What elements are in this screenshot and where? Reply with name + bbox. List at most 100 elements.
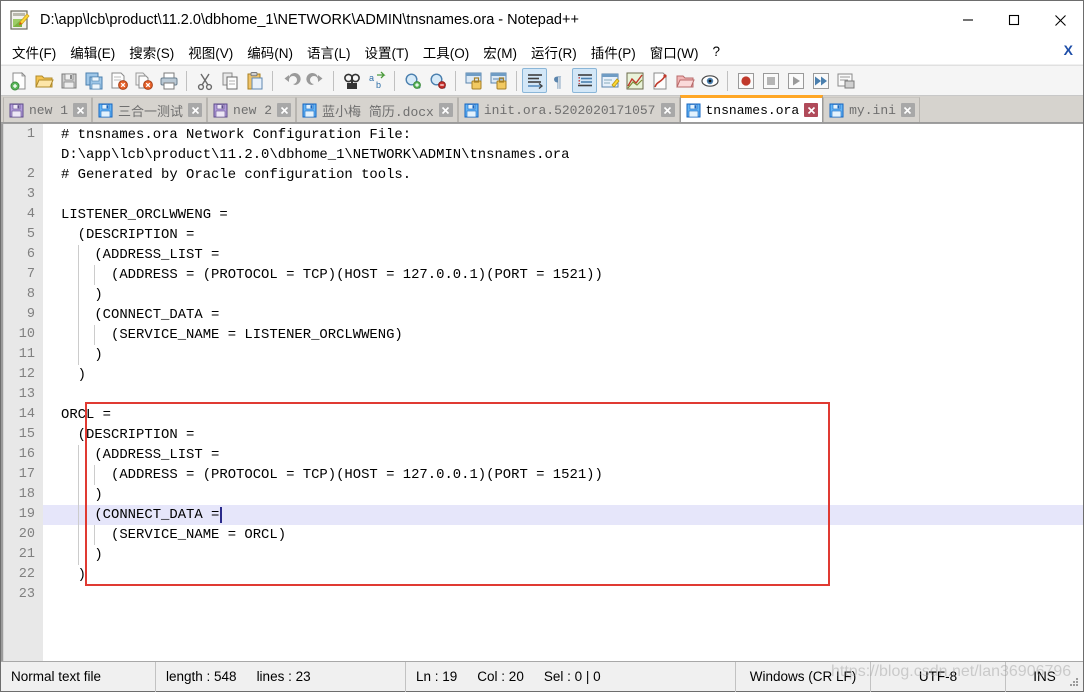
menu-help[interactable]: ? — [705, 42, 727, 61]
menu-plugins[interactable]: 插件(P) — [584, 40, 643, 64]
tab-label: 蓝小梅 简历.docx — [322, 104, 434, 120]
code-line: (ADDRESS = (PROTOCOL = TCP)(HOST = 127.0… — [61, 267, 603, 283]
resize-grip-icon[interactable] — [1068, 676, 1080, 688]
fold-margin[interactable] — [3, 124, 4, 661]
toolbar: ab ¶ — [1, 65, 1083, 96]
tab-my-ini[interactable]: my.ini — [823, 97, 920, 122]
menu-view[interactable]: 视图(V) — [181, 40, 240, 64]
document-tab-bar: new 1 三合一测试 new 2 蓝小梅 简历.docx init.ora.5… — [1, 95, 1083, 123]
paste-icon[interactable] — [242, 68, 267, 93]
tab-close-icon[interactable] — [900, 103, 915, 117]
code-line: ) — [61, 287, 103, 303]
save-icon[interactable] — [56, 68, 81, 93]
print-icon[interactable] — [156, 68, 181, 93]
tab-close-icon[interactable] — [277, 103, 292, 117]
line-number: 22 — [18, 567, 35, 582]
monitoring-icon[interactable] — [697, 68, 722, 93]
tab-label: 三合一测试 — [118, 104, 184, 120]
open-file-icon[interactable] — [31, 68, 56, 93]
toolbar-separator — [272, 70, 273, 91]
tab-tnsnames-ora[interactable]: tnsnames.ora — [679, 95, 824, 122]
close-file-icon[interactable] — [106, 68, 131, 93]
menu-file[interactable]: 文件(F) — [5, 40, 63, 64]
replace-icon[interactable]: ab — [364, 68, 389, 93]
status-eol[interactable]: Windows (CR LF) — [736, 661, 871, 692]
code-line: ) — [61, 567, 87, 583]
show-indent-guide-icon[interactable] — [572, 68, 597, 93]
toolbar-separator — [727, 70, 728, 91]
tab-resume-docx[interactable]: 蓝小梅 简历.docx — [296, 97, 458, 122]
menu-language[interactable]: 语言(L) — [300, 40, 358, 64]
run-macro-multiple-icon[interactable] — [808, 68, 833, 93]
folder-as-workspace-icon[interactable] — [672, 68, 697, 93]
tab-new-1[interactable]: new 1 — [3, 97, 93, 122]
menu-tools[interactable]: 工具(O) — [416, 40, 477, 64]
line-number: 8 — [26, 287, 35, 302]
menu-settings[interactable]: 设置(T) — [358, 40, 416, 64]
menu-search[interactable]: 搜索(S) — [122, 40, 181, 64]
save-icon-purple — [213, 103, 228, 118]
save-icon-purple — [9, 103, 24, 118]
menu-window[interactable]: 窗口(W) — [643, 40, 706, 64]
line-number: 7 — [26, 267, 35, 282]
minimize-icon[interactable] — [945, 1, 991, 39]
code-text[interactable]: # tnsnames.ora Network Configuration Fil… — [43, 124, 1083, 661]
tab-close-icon[interactable] — [73, 103, 88, 117]
show-all-characters-icon[interactable]: ¶ — [547, 68, 572, 93]
code-line: ) — [61, 547, 103, 563]
stop-recording-icon[interactable] — [758, 68, 783, 93]
svg-text:¶: ¶ — [554, 74, 562, 90]
sync-vertical-scroll-icon[interactable] — [461, 68, 486, 93]
line-number: 21 — [18, 547, 35, 562]
close-icon[interactable] — [1037, 1, 1083, 39]
undo-icon[interactable] — [278, 68, 303, 93]
maximize-icon[interactable] — [991, 1, 1037, 39]
tab-close-icon[interactable] — [438, 103, 453, 117]
user-defined-dialog-icon[interactable] — [597, 68, 622, 93]
code-line: (ADDRESS_LIST = — [61, 447, 220, 463]
menu-run[interactable]: 运行(R) — [524, 40, 584, 64]
cut-icon[interactable] — [192, 68, 217, 93]
code-line: (CONNECT_DATA = — [61, 507, 220, 523]
run-icon[interactable] — [833, 68, 858, 93]
tab-close-icon[interactable] — [804, 103, 819, 117]
line-number: 10 — [18, 327, 35, 342]
menu-encoding[interactable]: 编码(N) — [240, 40, 300, 64]
record-macro-icon[interactable] — [733, 68, 758, 93]
line-number: 23 — [18, 587, 35, 602]
save-icon-blue — [464, 103, 479, 118]
new-file-icon[interactable] — [6, 68, 31, 93]
tab-init-ora[interactable]: init.ora.5202020171057 — [457, 97, 680, 122]
code-line: (DESCRIPTION = — [61, 427, 195, 443]
line-number: 11 — [18, 347, 35, 362]
close-all-files-icon[interactable] — [131, 68, 156, 93]
close-document-button[interactable]: X — [1064, 42, 1073, 58]
sync-horizontal-scroll-icon[interactable] — [486, 68, 511, 93]
tab-new-2[interactable]: new 2 — [207, 97, 297, 122]
menu-edit[interactable]: 编辑(E) — [63, 40, 122, 64]
save-all-icon[interactable] — [81, 68, 106, 93]
tab-sanheyi-test[interactable]: 三合一测试 — [92, 97, 208, 122]
word-wrap-icon[interactable] — [522, 68, 547, 93]
play-macro-icon[interactable] — [783, 68, 808, 93]
zoom-out-icon[interactable] — [425, 68, 450, 93]
line-number: 4 — [26, 207, 35, 222]
line-number: 16 — [18, 447, 35, 462]
status-encoding[interactable]: UTF-8 — [871, 661, 1006, 692]
copy-icon[interactable] — [217, 68, 242, 93]
tab-close-icon[interactable] — [660, 103, 675, 117]
redo-icon[interactable] — [303, 68, 328, 93]
svg-text:b: b — [376, 80, 381, 90]
status-caret-position: Ln : 19 Col : 20 Sel : 0 | 0 — [406, 661, 736, 692]
document-map-icon[interactable] — [622, 68, 647, 93]
function-list-icon[interactable] — [647, 68, 672, 93]
tab-label: init.ora.5202020171057 — [483, 102, 656, 118]
menu-macro[interactable]: 宏(M) — [476, 40, 524, 64]
tab-close-icon[interactable] — [188, 103, 203, 117]
menu-bar: 文件(F) 编辑(E) 搜索(S) 视图(V) 编码(N) 语言(L) 设置(T… — [1, 39, 1083, 65]
find-icon[interactable] — [339, 68, 364, 93]
zoom-in-icon[interactable] — [400, 68, 425, 93]
status-bar: Normal text file length : 548 lines : 23… — [1, 661, 1083, 692]
editor-area[interactable]: 1 2 3 4 5 6 7 8 9 10 11 12 13 14 15 16 17 18 19 20 21 22 23 # … — [1, 123, 1083, 661]
